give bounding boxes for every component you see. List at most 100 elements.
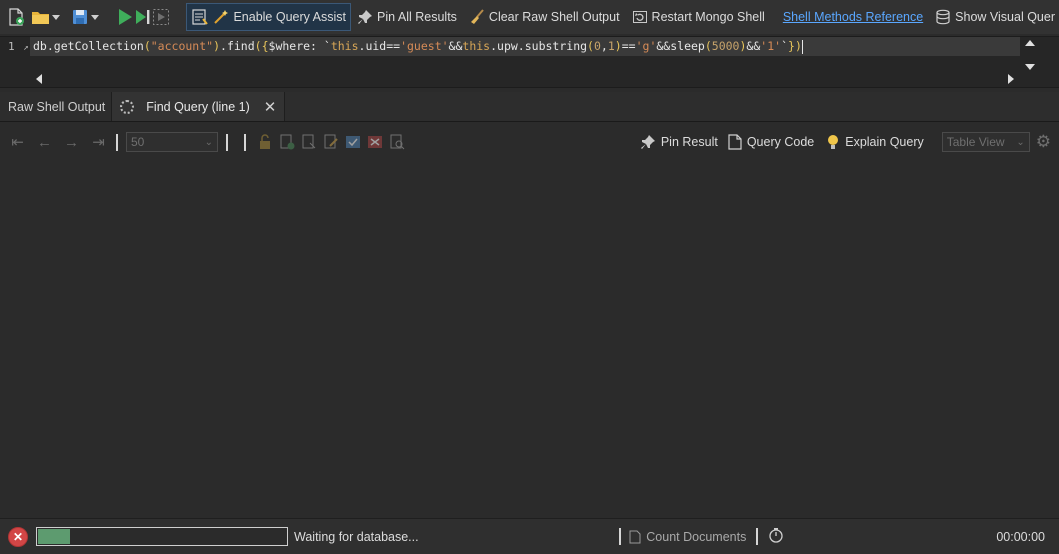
add-document-icon[interactable] <box>276 134 298 150</box>
page-size-value: 50 <box>131 135 145 149</box>
scroll-right-icon[interactable] <box>1008 74 1014 84</box>
main-toolbar: Enable Query Assist Pin All Results Clea… <box>0 0 1059 34</box>
line-marker-icon: ↗ <box>23 43 29 53</box>
shell-methods-reference-link[interactable]: Shell Methods Reference <box>779 3 927 31</box>
view-mode-value: Table View <box>946 135 1005 149</box>
pin-icon <box>640 135 655 149</box>
pin-icon <box>358 10 373 24</box>
text-cursor <box>801 39 803 54</box>
code-token: db <box>33 39 47 53</box>
code-token: '1' <box>760 39 782 53</box>
explain-query-button[interactable]: Explain Query <box>826 134 924 150</box>
results-toolbar: ⇤ ← → ⇥ 50 ⌄ Pin Result Query Code Expla… <box>0 124 1059 160</box>
save-changes-icon[interactable] <box>342 134 364 150</box>
code-token: ( <box>587 39 594 53</box>
status-message: Waiting for database... <box>294 529 419 544</box>
lightbulb-icon <box>828 135 839 149</box>
loading-spinner-icon <box>120 99 135 114</box>
divider <box>619 528 622 545</box>
editor-horizontal-scrollbar[interactable] <box>30 71 1020 87</box>
status-bar: ✕ Waiting for database... Count Document… <box>0 518 1059 554</box>
count-documents-button[interactable]: Count Documents <box>629 530 746 544</box>
code-token: ) <box>213 39 220 53</box>
divider <box>116 133 118 151</box>
new-script-icon[interactable] <box>4 4 27 30</box>
code-token: && <box>746 39 761 53</box>
last-page-icon[interactable]: ⇥ <box>85 133 112 151</box>
pin-all-results-label: Pin All Results <box>377 10 457 24</box>
code-token: find <box>226 39 255 53</box>
show-visual-query-label: Show Visual Quer <box>955 10 1055 24</box>
database-icon <box>936 9 950 25</box>
scroll-left-icon[interactable] <box>36 74 42 84</box>
shell-editor[interactable]: 1 ↗ db.getCollection("account").find({$w… <box>0 36 1059 88</box>
code-token: $where: ` <box>268 39 331 53</box>
divider <box>226 133 228 151</box>
code-token: . <box>220 39 227 53</box>
enable-query-assist-button[interactable]: Enable Query Assist <box>186 3 352 31</box>
editor-vertical-scrollbar[interactable] <box>1021 37 1039 73</box>
pin-result-label: Pin Result <box>660 135 718 149</box>
stop-query-icon[interactable]: ✕ <box>8 526 28 547</box>
code-token: ( <box>704 39 712 53</box>
code-token: 0 <box>593 39 601 53</box>
gear-icon[interactable]: ⚙ <box>1036 132 1051 152</box>
close-icon[interactable]: ✕ <box>264 98 277 116</box>
find-document-icon[interactable] <box>386 134 408 150</box>
chevron-down-icon: ⌄ <box>204 136 213 148</box>
query-assist-icon <box>192 9 209 25</box>
code-token: 1 <box>607 39 615 53</box>
show-visual-query-button[interactable]: Show Visual Quer <box>931 3 1059 31</box>
query-code-label: Query Code <box>746 135 815 149</box>
shell-methods-reference-label: Shell Methods Reference <box>782 10 924 24</box>
tab-raw-shell-output[interactable]: Raw Shell Output <box>0 92 113 121</box>
query-code-button[interactable]: Query Code <box>728 134 814 150</box>
chevron-down-icon: ⌄ <box>1016 136 1025 148</box>
code-token: == <box>621 39 636 53</box>
code-line[interactable]: db.getCollection("account").find({$where… <box>30 37 1020 56</box>
code-token: getCollection <box>53 39 144 53</box>
lock-icon[interactable] <box>254 134 276 150</box>
delete-document-icon[interactable] <box>364 134 386 150</box>
progress-bar <box>36 527 288 546</box>
save-dropdown-chevron-down-icon[interactable] <box>90 4 100 30</box>
previous-page-icon[interactable]: ← <box>31 134 58 151</box>
edit-document-icon[interactable] <box>320 134 342 150</box>
divider <box>756 528 759 545</box>
code-token: "account" <box>150 39 214 53</box>
code-token: ( <box>254 39 262 53</box>
restart-icon <box>632 11 647 23</box>
run-line-icon[interactable] <box>134 4 152 30</box>
code-token: ) <box>614 39 622 53</box>
save-icon[interactable] <box>69 4 90 30</box>
line-number: 1 <box>8 40 15 53</box>
clear-raw-shell-output-label: Clear Raw Shell Output <box>488 10 620 24</box>
restart-mongo-shell-button[interactable]: Restart Mongo Shell <box>628 3 769 31</box>
result-tabs: Raw Shell Output Find Query (line 1) ✕ <box>0 92 1059 122</box>
tab-find-query[interactable]: Find Query (line 1) ✕ <box>112 92 286 121</box>
page-size-select[interactable]: 50 ⌄ <box>126 132 218 152</box>
view-mode-select[interactable]: Table View ⌄ <box>941 132 1030 152</box>
code-token: this <box>330 39 359 53</box>
scroll-up-icon[interactable] <box>1025 40 1035 46</box>
divider <box>244 133 246 151</box>
code-token: 'g' <box>635 39 657 53</box>
editor-gutter: 1 ↗ <box>0 37 30 73</box>
scroll-down-icon[interactable] <box>1025 64 1035 70</box>
enable-query-assist-label: Enable Query Assist <box>233 10 347 24</box>
clear-raw-shell-output-button[interactable]: Clear Raw Shell Output <box>465 3 624 31</box>
broom-icon <box>470 9 484 24</box>
next-page-icon[interactable]: → <box>58 134 85 151</box>
first-page-icon[interactable]: ⇤ <box>4 133 31 151</box>
pin-result-button[interactable]: Pin Result <box>640 134 718 150</box>
open-folder-icon[interactable] <box>31 4 51 30</box>
run-selection-icon[interactable] <box>152 4 170 30</box>
code-token: { <box>261 39 269 53</box>
clone-document-icon[interactable] <box>298 134 320 150</box>
run-icon[interactable] <box>116 4 134 30</box>
restart-mongo-shell-label: Restart Mongo Shell <box>651 10 765 24</box>
tab-label: Find Query (line 1) <box>146 99 250 114</box>
open-dropdown-chevron-down-icon[interactable] <box>51 4 61 30</box>
pin-all-results-button[interactable]: Pin All Results <box>353 3 461 31</box>
progress-fill <box>38 529 71 544</box>
